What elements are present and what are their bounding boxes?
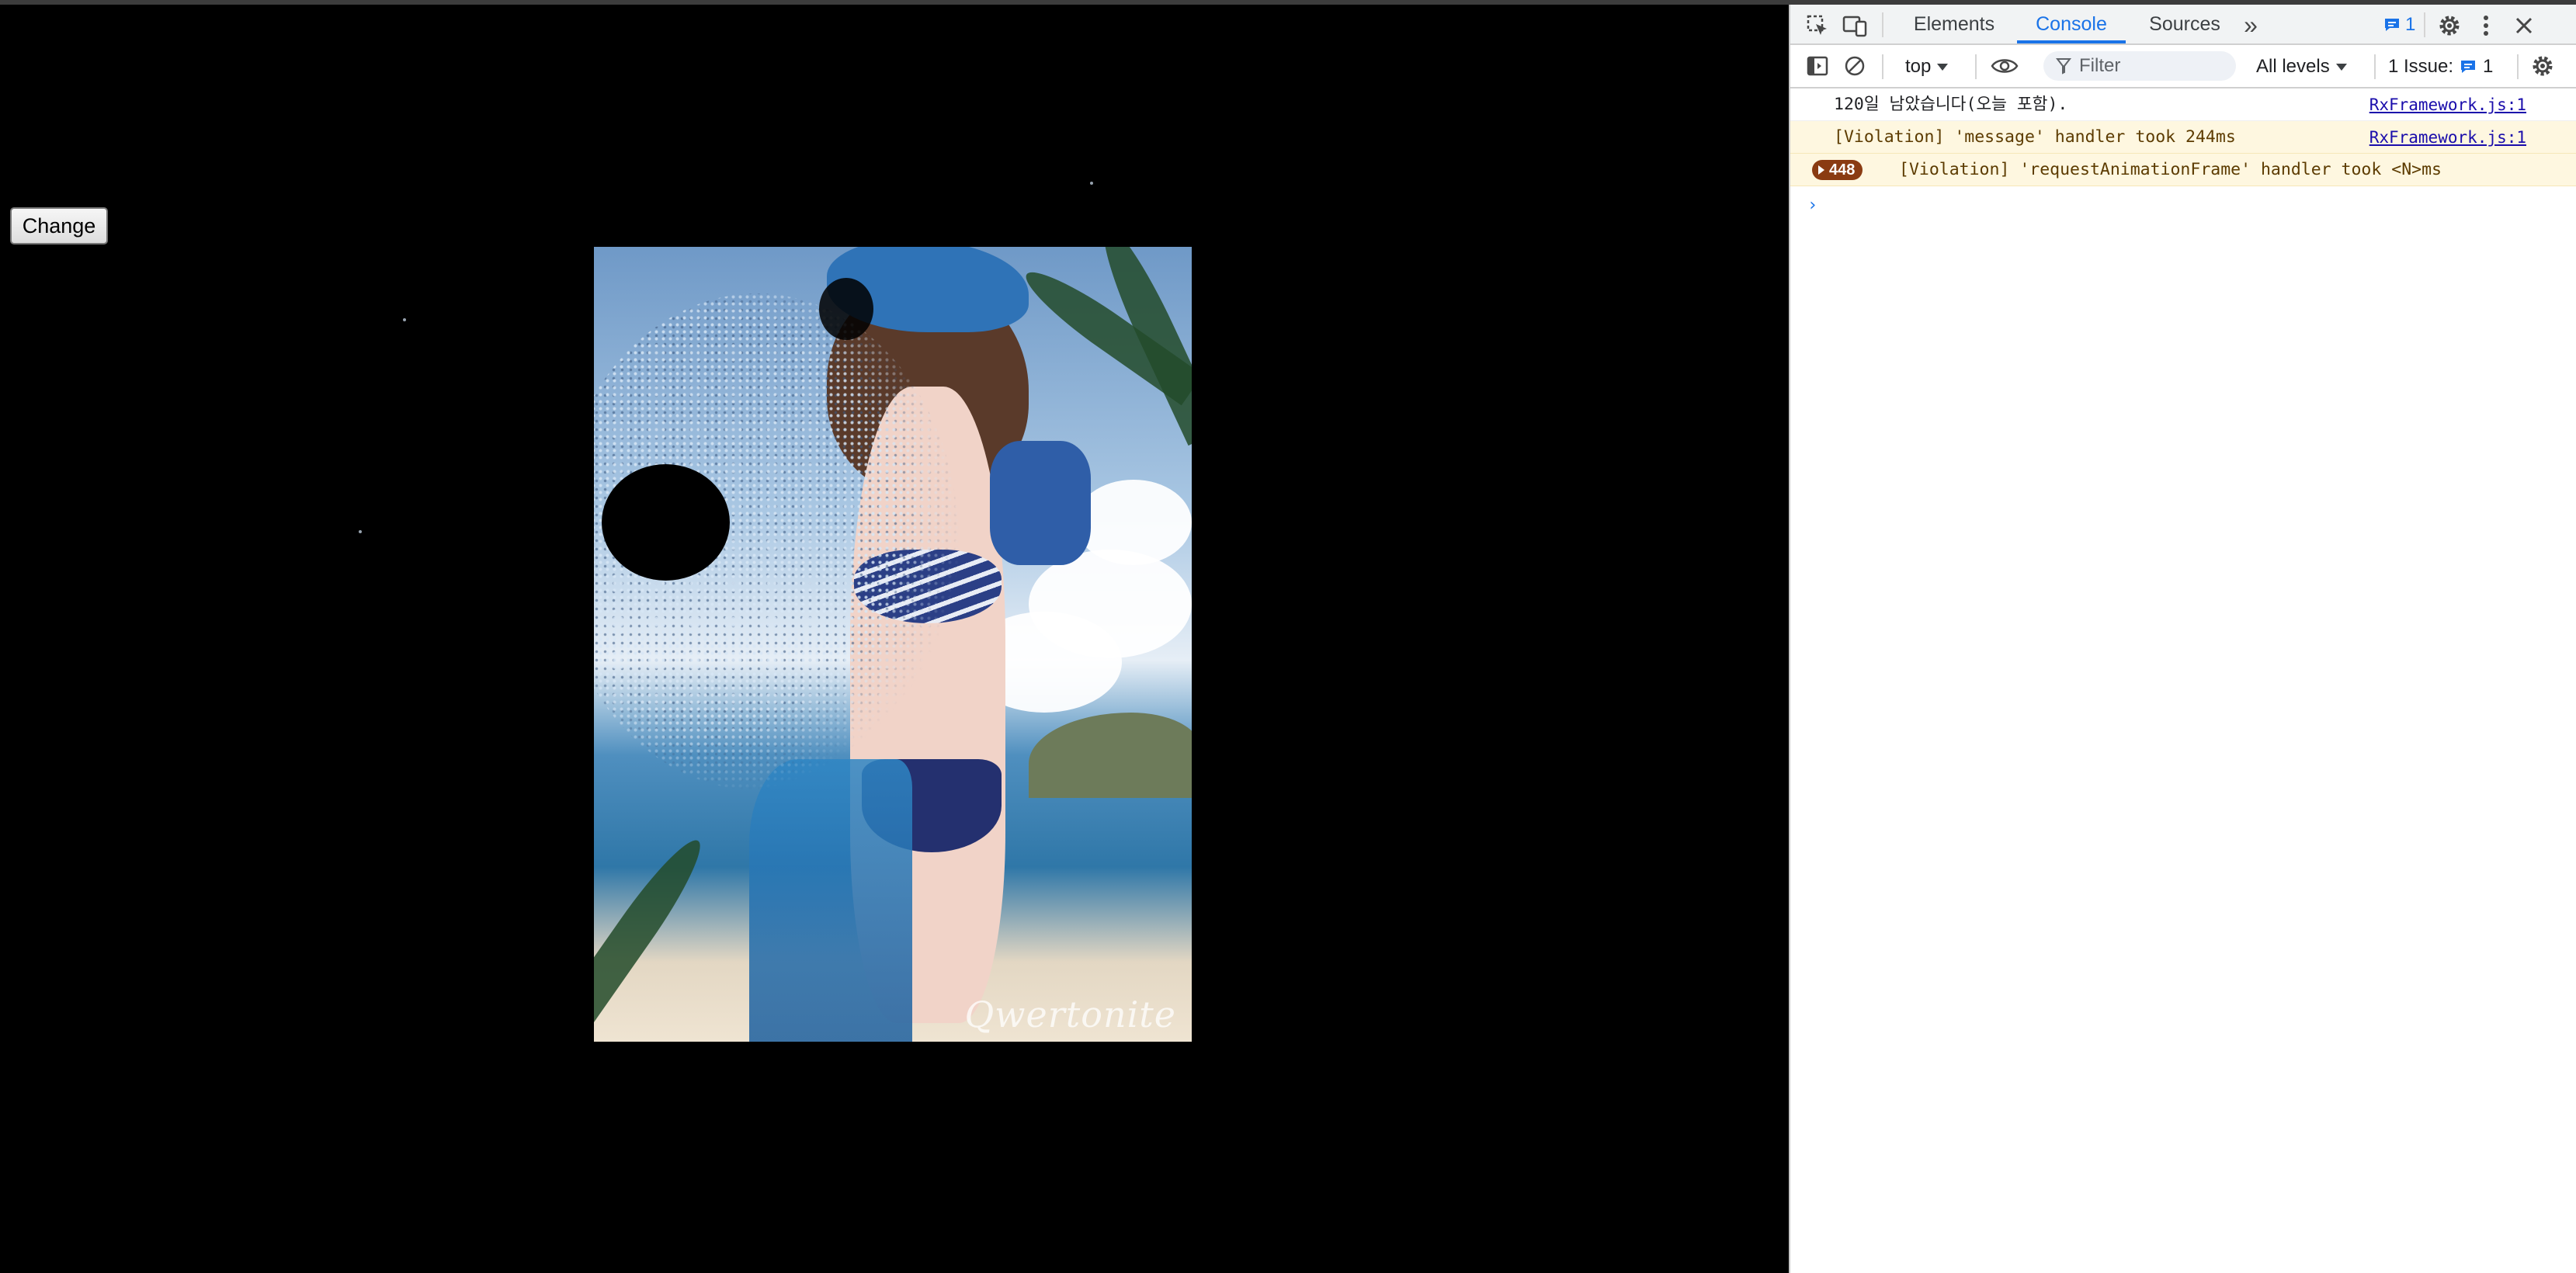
filter-input[interactable]: Filter (2043, 51, 2236, 81)
filter-placeholder: Filter (2079, 55, 2121, 76)
eye-icon[interactable] (1989, 53, 2020, 79)
issues-counter[interactable]: 1 Issue: 1 (2388, 54, 2493, 79)
tab-console[interactable]: Console (2017, 5, 2126, 43)
repeat-count-badge[interactable]: 448 (1812, 160, 1863, 180)
console-message-text: 120일 남았습니다(오늘 포함). (1834, 95, 2068, 114)
console-message-log: 120일 남았습니다(오늘 포함). RxFramework.js:1 (1790, 88, 2576, 121)
devtools-panel: Elements Console Sources » 1 top Filter … (1789, 5, 2576, 1273)
figure-sleeve (990, 441, 1091, 565)
context-selector[interactable]: top (1905, 54, 1949, 79)
console-prompt[interactable]: › (1807, 196, 1817, 215)
close-icon[interactable] (2511, 12, 2537, 39)
island (1029, 713, 1192, 798)
messages-badge[interactable]: 1 (2383, 14, 2415, 36)
console-message-text: [Violation] 'message' handler took 244ms (1834, 127, 2236, 147)
change-button[interactable]: Change (10, 207, 108, 245)
toolbar-divider (2424, 12, 2425, 37)
toolbar-divider (2374, 54, 2376, 79)
console-source-link[interactable]: RxFramework.js:1 (2369, 121, 2526, 154)
particle-speck (359, 530, 362, 533)
log-levels-dropdown[interactable]: All levels (2256, 54, 2347, 79)
console-message-violation: [Violation] 'message' handler took 244ms… (1790, 121, 2576, 154)
figure-sarong (749, 759, 912, 1042)
console-message-text: [Violation] 'requestAnimationFrame' hand… (1899, 160, 2442, 179)
toolbar-divider (1975, 54, 1977, 79)
issues-count: 1 (2483, 56, 2494, 77)
chevron-down-icon (2335, 63, 2347, 71)
chevron-down-icon (1937, 63, 1949, 71)
toolbar-divider (2517, 54, 2519, 79)
sidebar-toggle-icon[interactable] (1804, 53, 1831, 79)
filter-funnel-icon (2056, 58, 2071, 75)
active-tab-indicator (2017, 40, 2126, 43)
console-message-group[interactable]: 448 [Violation] 'requestAnimationFrame' … (1790, 154, 2576, 186)
kebab-menu-icon[interactable] (2477, 12, 2495, 39)
console-messages: 120일 남았습니다(오늘 포함). RxFramework.js:1 [Vio… (1790, 88, 2576, 186)
console-source-link[interactable]: RxFramework.js:1 (2369, 88, 2526, 121)
context-label: top (1905, 56, 1932, 77)
palm-leaf (594, 830, 713, 1030)
issues-label: 1 Issue: (2388, 56, 2454, 77)
message-icon (2385, 19, 2399, 31)
inspect-element-icon[interactable] (1804, 12, 1831, 39)
tab-sources[interactable]: Sources (2138, 5, 2231, 43)
particle-speck (1090, 182, 1093, 185)
cloud (1075, 480, 1192, 565)
console-filter-bar: top Filter All levels 1 Issue: 1 (1790, 45, 2576, 88)
log-levels-label: All levels (2256, 56, 2330, 77)
device-toolbar-icon[interactable] (1842, 12, 1868, 39)
more-tabs-icon[interactable]: » (2239, 11, 2262, 39)
issue-message-icon (2461, 61, 2476, 73)
messages-count: 1 (2405, 14, 2416, 35)
settings-gear-icon[interactable] (2436, 12, 2463, 39)
canvas-artwork: Qwertonite (594, 247, 1192, 1042)
toolbar-divider (1882, 12, 1883, 37)
tab-elements[interactable]: Elements (1904, 5, 2005, 43)
clear-console-icon[interactable] (1842, 53, 1868, 79)
toolbar-divider (1882, 54, 1883, 79)
console-settings-gear-icon[interactable] (2529, 53, 2556, 79)
devtools-main-toolbar: Elements Console Sources » 1 (1790, 5, 2576, 45)
repeat-count: 448 (1829, 161, 1856, 179)
artwork-signature: Qwertonite (964, 994, 1176, 1035)
page-viewport: Change Qwertonite (0, 5, 1789, 1273)
expand-arrow-icon (1818, 165, 1824, 175)
dissolve-hole (819, 278, 873, 340)
particle-speck (403, 318, 406, 321)
dissolve-hole (602, 464, 730, 581)
